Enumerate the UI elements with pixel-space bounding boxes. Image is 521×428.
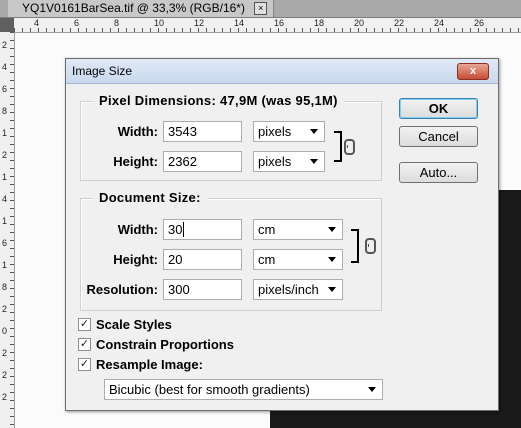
- ok-button[interactable]: OK: [399, 98, 478, 119]
- resolution-unit-select[interactable]: pixels/inch: [253, 279, 343, 300]
- chain-link-icon: [344, 139, 355, 155]
- document-constrain-bracket: [351, 229, 359, 263]
- ruler-number: 8: [114, 18, 120, 28]
- scale-styles-label[interactable]: Scale Styles: [96, 317, 172, 332]
- image-size-dialog: Image Size x Pixel Dimensions: 47,9M (wa…: [65, 58, 499, 411]
- resample-image-checkbox[interactable]: ✓: [78, 358, 91, 371]
- ruler-number: 2: [2, 150, 8, 160]
- document-height-input[interactable]: 20: [163, 249, 242, 270]
- ruler-number: 16: [274, 18, 285, 28]
- document-width-unit-value: cm: [258, 222, 276, 237]
- scale-styles-checkbox[interactable]: ✓: [78, 318, 91, 331]
- document-width-label: Width:: [117, 222, 158, 237]
- pixel-width-unit-select[interactable]: pixels: [253, 121, 325, 142]
- ruler-number: 26: [474, 18, 485, 28]
- ruler-number: 4: [2, 194, 8, 204]
- auto-button[interactable]: Auto...: [399, 162, 478, 183]
- close-button[interactable]: x: [457, 63, 489, 80]
- document-tab-bar: YQ1V0161BarSea.tif @ 33,3% (RGB/16*) ×: [0, 0, 521, 18]
- text-cursor: [183, 222, 185, 237]
- resolution-unit-value: pixels/inch: [258, 282, 319, 297]
- ruler-number: 1: [2, 128, 8, 138]
- ruler-number: 14: [234, 18, 245, 28]
- ruler-number: 0: [2, 326, 8, 336]
- ruler-number: 4: [34, 18, 40, 28]
- ruler-number: 1: [2, 260, 8, 270]
- horizontal-ruler[interactable]: 4 6 8 10 12 14 16 18 20 22 24 26: [14, 18, 521, 33]
- resolution-input[interactable]: 300: [163, 279, 242, 300]
- chevron-down-icon: [310, 159, 318, 164]
- chain-link-icon: [365, 238, 376, 254]
- dialog-title: Image Size: [72, 64, 133, 78]
- resample-method-value: Bicubic (best for smooth gradients): [109, 382, 310, 397]
- ruler-number: 18: [314, 18, 325, 28]
- close-tab-icon[interactable]: ×: [254, 2, 268, 16]
- pixel-height-input[interactable]: 2362: [163, 151, 242, 172]
- document-width-unit-select[interactable]: cm: [253, 219, 343, 240]
- ruler-number: 4: [2, 62, 8, 72]
- ruler-number: 2: [2, 392, 8, 402]
- ruler-number: 1: [2, 172, 8, 182]
- ruler-number: 1: [2, 216, 8, 226]
- resample-method-select[interactable]: Bicubic (best for smooth gradients): [104, 379, 383, 400]
- resample-image-label[interactable]: Resample Image:: [96, 357, 203, 372]
- document-tab[interactable]: YQ1V0161BarSea.tif @ 33,3% (RGB/16*) ×: [8, 0, 275, 17]
- ruler-number: 12: [194, 18, 205, 28]
- ruler-number: 2: [2, 304, 8, 314]
- pixel-width-unit-value: pixels: [258, 124, 292, 139]
- document-height-unit-select[interactable]: cm: [253, 249, 343, 270]
- pixel-width-label: Width:: [117, 124, 158, 139]
- document-size-legend: Document Size:: [93, 190, 207, 205]
- ruler-number: 20: [354, 18, 365, 28]
- chevron-down-icon: [328, 287, 336, 292]
- pixel-constrain-bracket: [334, 131, 342, 162]
- constrain-proportions-checkbox[interactable]: ✓: [78, 338, 91, 351]
- constrain-proportions-label[interactable]: Constrain Proportions: [96, 337, 234, 352]
- pixel-height-unit-value: pixels: [258, 154, 292, 169]
- document-tab-title: YQ1V0161BarSea.tif @ 33,3% (RGB/16*): [22, 1, 245, 15]
- resolution-label: Resolution:: [86, 282, 159, 297]
- dialog-titlebar[interactable]: Image Size x: [66, 59, 498, 84]
- ruler-number: 24: [434, 18, 445, 28]
- chevron-down-icon: [328, 227, 336, 232]
- ruler-number: 8: [2, 106, 8, 116]
- pixel-height-label: Height:: [113, 154, 158, 169]
- chevron-down-icon: [368, 387, 376, 392]
- document-height-label: Height:: [113, 252, 158, 267]
- ruler-number: 2: [2, 348, 8, 358]
- ruler-number: 2: [2, 370, 8, 380]
- ruler-number: 2: [2, 40, 8, 50]
- ruler-number: 10: [154, 18, 165, 28]
- ruler-number: 6: [2, 84, 8, 94]
- chevron-down-icon: [310, 129, 318, 134]
- pixel-dimensions-legend: Pixel Dimensions: 47,9M (was 95,1M): [93, 93, 344, 108]
- ruler-number: 8: [2, 282, 8, 292]
- document-height-unit-value: cm: [258, 252, 276, 267]
- document-width-input[interactable]: 30: [163, 219, 242, 240]
- pixel-width-input[interactable]: 3543: [163, 121, 242, 142]
- chevron-down-icon: [328, 257, 336, 262]
- cancel-button[interactable]: Cancel: [399, 126, 478, 147]
- ruler-number: 6: [2, 238, 8, 248]
- document-width-value: 30: [168, 222, 183, 237]
- pixel-height-unit-select[interactable]: pixels: [253, 151, 325, 172]
- ruler-number: 6: [74, 18, 80, 28]
- vertical-ruler[interactable]: 2 4 6 8 1 2 1 4 1 6 1 8 2 0 2 2 2: [0, 32, 15, 428]
- ruler-number: 22: [394, 18, 405, 28]
